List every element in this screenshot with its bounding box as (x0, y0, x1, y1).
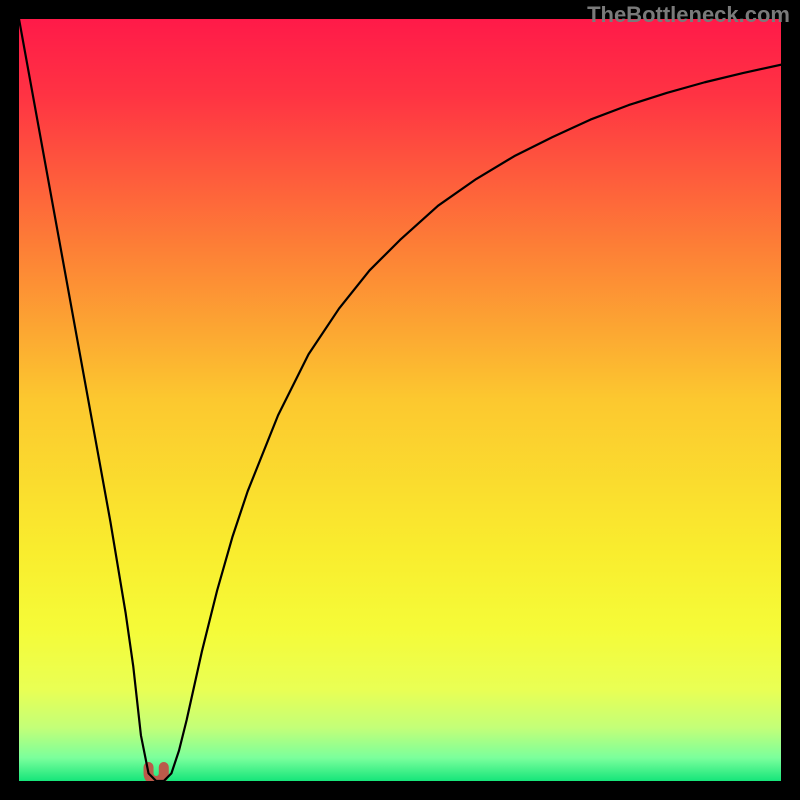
watermark-text: TheBottleneck.com (587, 2, 790, 28)
bottleneck-chart (19, 19, 781, 781)
chart-container: TheBottleneck.com (0, 0, 800, 800)
plot-area (19, 19, 781, 781)
